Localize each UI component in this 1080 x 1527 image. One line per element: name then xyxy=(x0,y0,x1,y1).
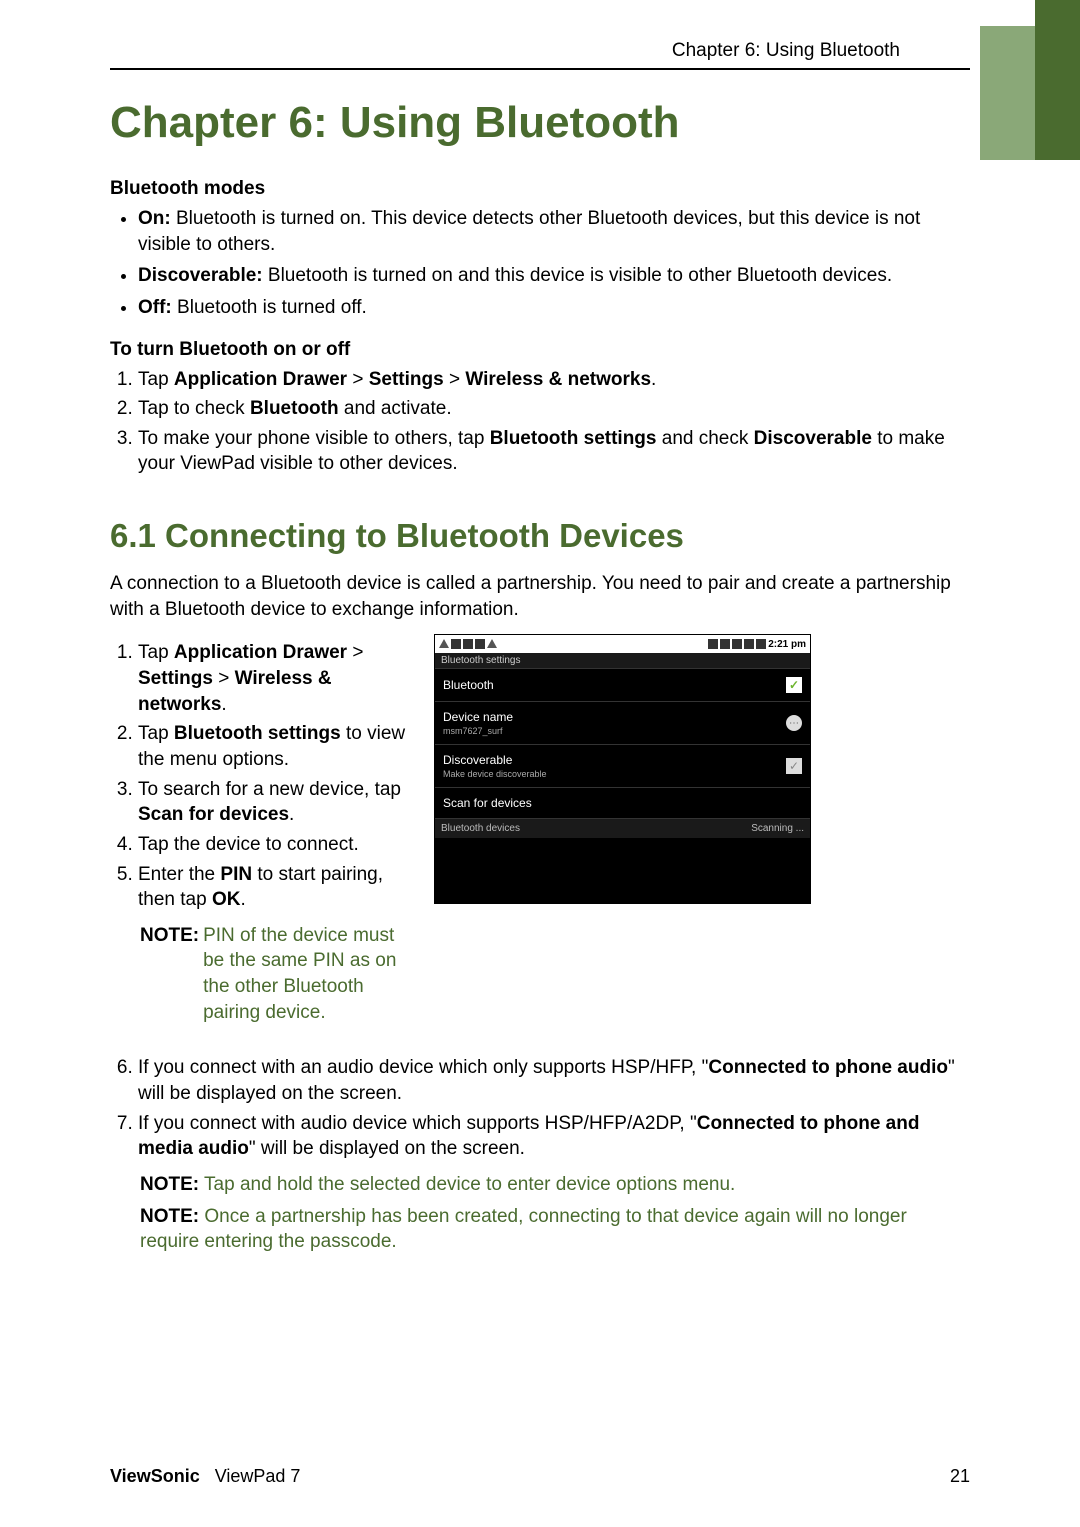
section-6-1-intro: A connection to a Bluetooth device is ca… xyxy=(110,571,970,622)
note-partnership: NOTE: Once a partnership has been create… xyxy=(110,1204,970,1255)
footer-page-number: 21 xyxy=(950,1466,970,1487)
status-icon-1 xyxy=(451,639,461,649)
bt-devices-label: Bluetooth devices xyxy=(441,823,520,834)
turn-on-off-heading: To turn Bluetooth on or off xyxy=(110,339,970,361)
battery-icon xyxy=(744,639,754,649)
screen-title: Bluetooth settings xyxy=(435,653,810,669)
status-right-icons: 2:21 pm xyxy=(708,639,806,650)
mode-on: On: Bluetooth is turned on. This device … xyxy=(138,206,970,257)
page-side-tab-dark xyxy=(1035,0,1080,160)
step-3: To make your phone visible to others, ta… xyxy=(138,426,970,477)
page-side-tab-light xyxy=(980,26,1035,160)
header-rule xyxy=(110,68,970,70)
signal-icon xyxy=(720,639,730,649)
footer-brand: ViewSonic ViewPad 7 xyxy=(110,1466,300,1487)
running-header: Chapter 6: Using Bluetooth xyxy=(110,40,970,62)
turn-on-off-steps: Tap Application Drawer > Settings > Wire… xyxy=(110,367,970,478)
chapter-title: Chapter 6: Using Bluetooth xyxy=(110,88,970,148)
connect-step-6: If you connect with an audio device whic… xyxy=(138,1055,970,1106)
status-left-icons xyxy=(439,639,497,649)
warning-icon-2 xyxy=(487,639,497,648)
bluetooth-status-icon xyxy=(708,639,718,649)
row-discoverable-sub: Make device discoverable xyxy=(443,769,547,779)
note-pin: NOTE: PIN of the device must be the same… xyxy=(110,923,410,1026)
note-text: PIN of the device must be the same PIN a… xyxy=(203,923,410,1026)
row-device-name[interactable]: Device name msm7627_surf ⋯ xyxy=(435,702,810,745)
page-footer: ViewSonic ViewPad 7 21 xyxy=(110,1466,970,1487)
connect-steps-continued: If you connect with an audio device whic… xyxy=(110,1055,970,1162)
devices-empty-area xyxy=(435,838,810,903)
row-bt-devices: Bluetooth devices Scanning ... xyxy=(435,819,810,838)
note-hold: NOTE: Tap and hold the selected device t… xyxy=(110,1172,970,1198)
connect-step-4: Tap the device to connect. xyxy=(138,832,410,858)
step-1: Tap Application Drawer > Settings > Wire… xyxy=(138,367,970,393)
connect-step-2: Tap Bluetooth settings to view the menu … xyxy=(138,721,410,772)
section-6-1-title: 6.1 Connecting to Bluetooth Devices xyxy=(110,517,970,555)
status-time: 2:21 pm xyxy=(768,639,806,650)
connect-steps: Tap Application Drawer > Settings > Wire… xyxy=(110,640,410,912)
warning-icon xyxy=(439,639,449,648)
row-device-name-label: Device name xyxy=(443,710,513,724)
checkbox-on-icon[interactable]: ✓ xyxy=(786,677,802,693)
status-icon-2 xyxy=(463,639,473,649)
note-label: NOTE: xyxy=(140,923,199,1026)
more-icon[interactable]: ⋯ xyxy=(786,715,802,731)
checkbox-off-icon[interactable]: ✓ xyxy=(786,758,802,774)
status-bar: 2:21 pm xyxy=(435,635,810,653)
row-discoverable-label: Discoverable xyxy=(443,753,547,767)
bluetooth-modes-heading: Bluetooth modes xyxy=(110,178,970,200)
mode-discoverable: Discoverable: Bluetooth is turned on and… xyxy=(138,263,970,289)
connect-step-5: Enter the PIN to start pairing, then tap… xyxy=(138,862,410,913)
row-discoverable[interactable]: Discoverable Make device discoverable ✓ xyxy=(435,745,810,788)
row-bluetooth-label: Bluetooth xyxy=(443,678,494,692)
scanning-label: Scanning ... xyxy=(751,823,804,834)
row-scan-label: Scan for devices xyxy=(443,796,532,810)
row-bluetooth[interactable]: Bluetooth ✓ xyxy=(435,669,810,702)
row-device-name-sub: msm7627_surf xyxy=(443,726,513,736)
alarm-icon xyxy=(756,639,766,649)
connect-step-1: Tap Application Drawer > Settings > Wire… xyxy=(138,640,410,717)
status-icon-3 xyxy=(475,639,485,649)
mode-off: Off: Bluetooth is turned off. xyxy=(138,295,970,321)
bluetooth-settings-screenshot: 2:21 pm Bluetooth settings Bluetooth ✓ D… xyxy=(434,634,811,904)
connect-step-3: To search for a new device, tap Scan for… xyxy=(138,777,410,828)
step-2: Tap to check Bluetooth and activate. xyxy=(138,396,970,422)
signal-icon-2 xyxy=(732,639,742,649)
bluetooth-modes-list: On: Bluetooth is turned on. This device … xyxy=(110,206,970,321)
row-scan[interactable]: Scan for devices xyxy=(435,788,810,819)
connect-step-7: If you connect with audio device which s… xyxy=(138,1111,970,1162)
